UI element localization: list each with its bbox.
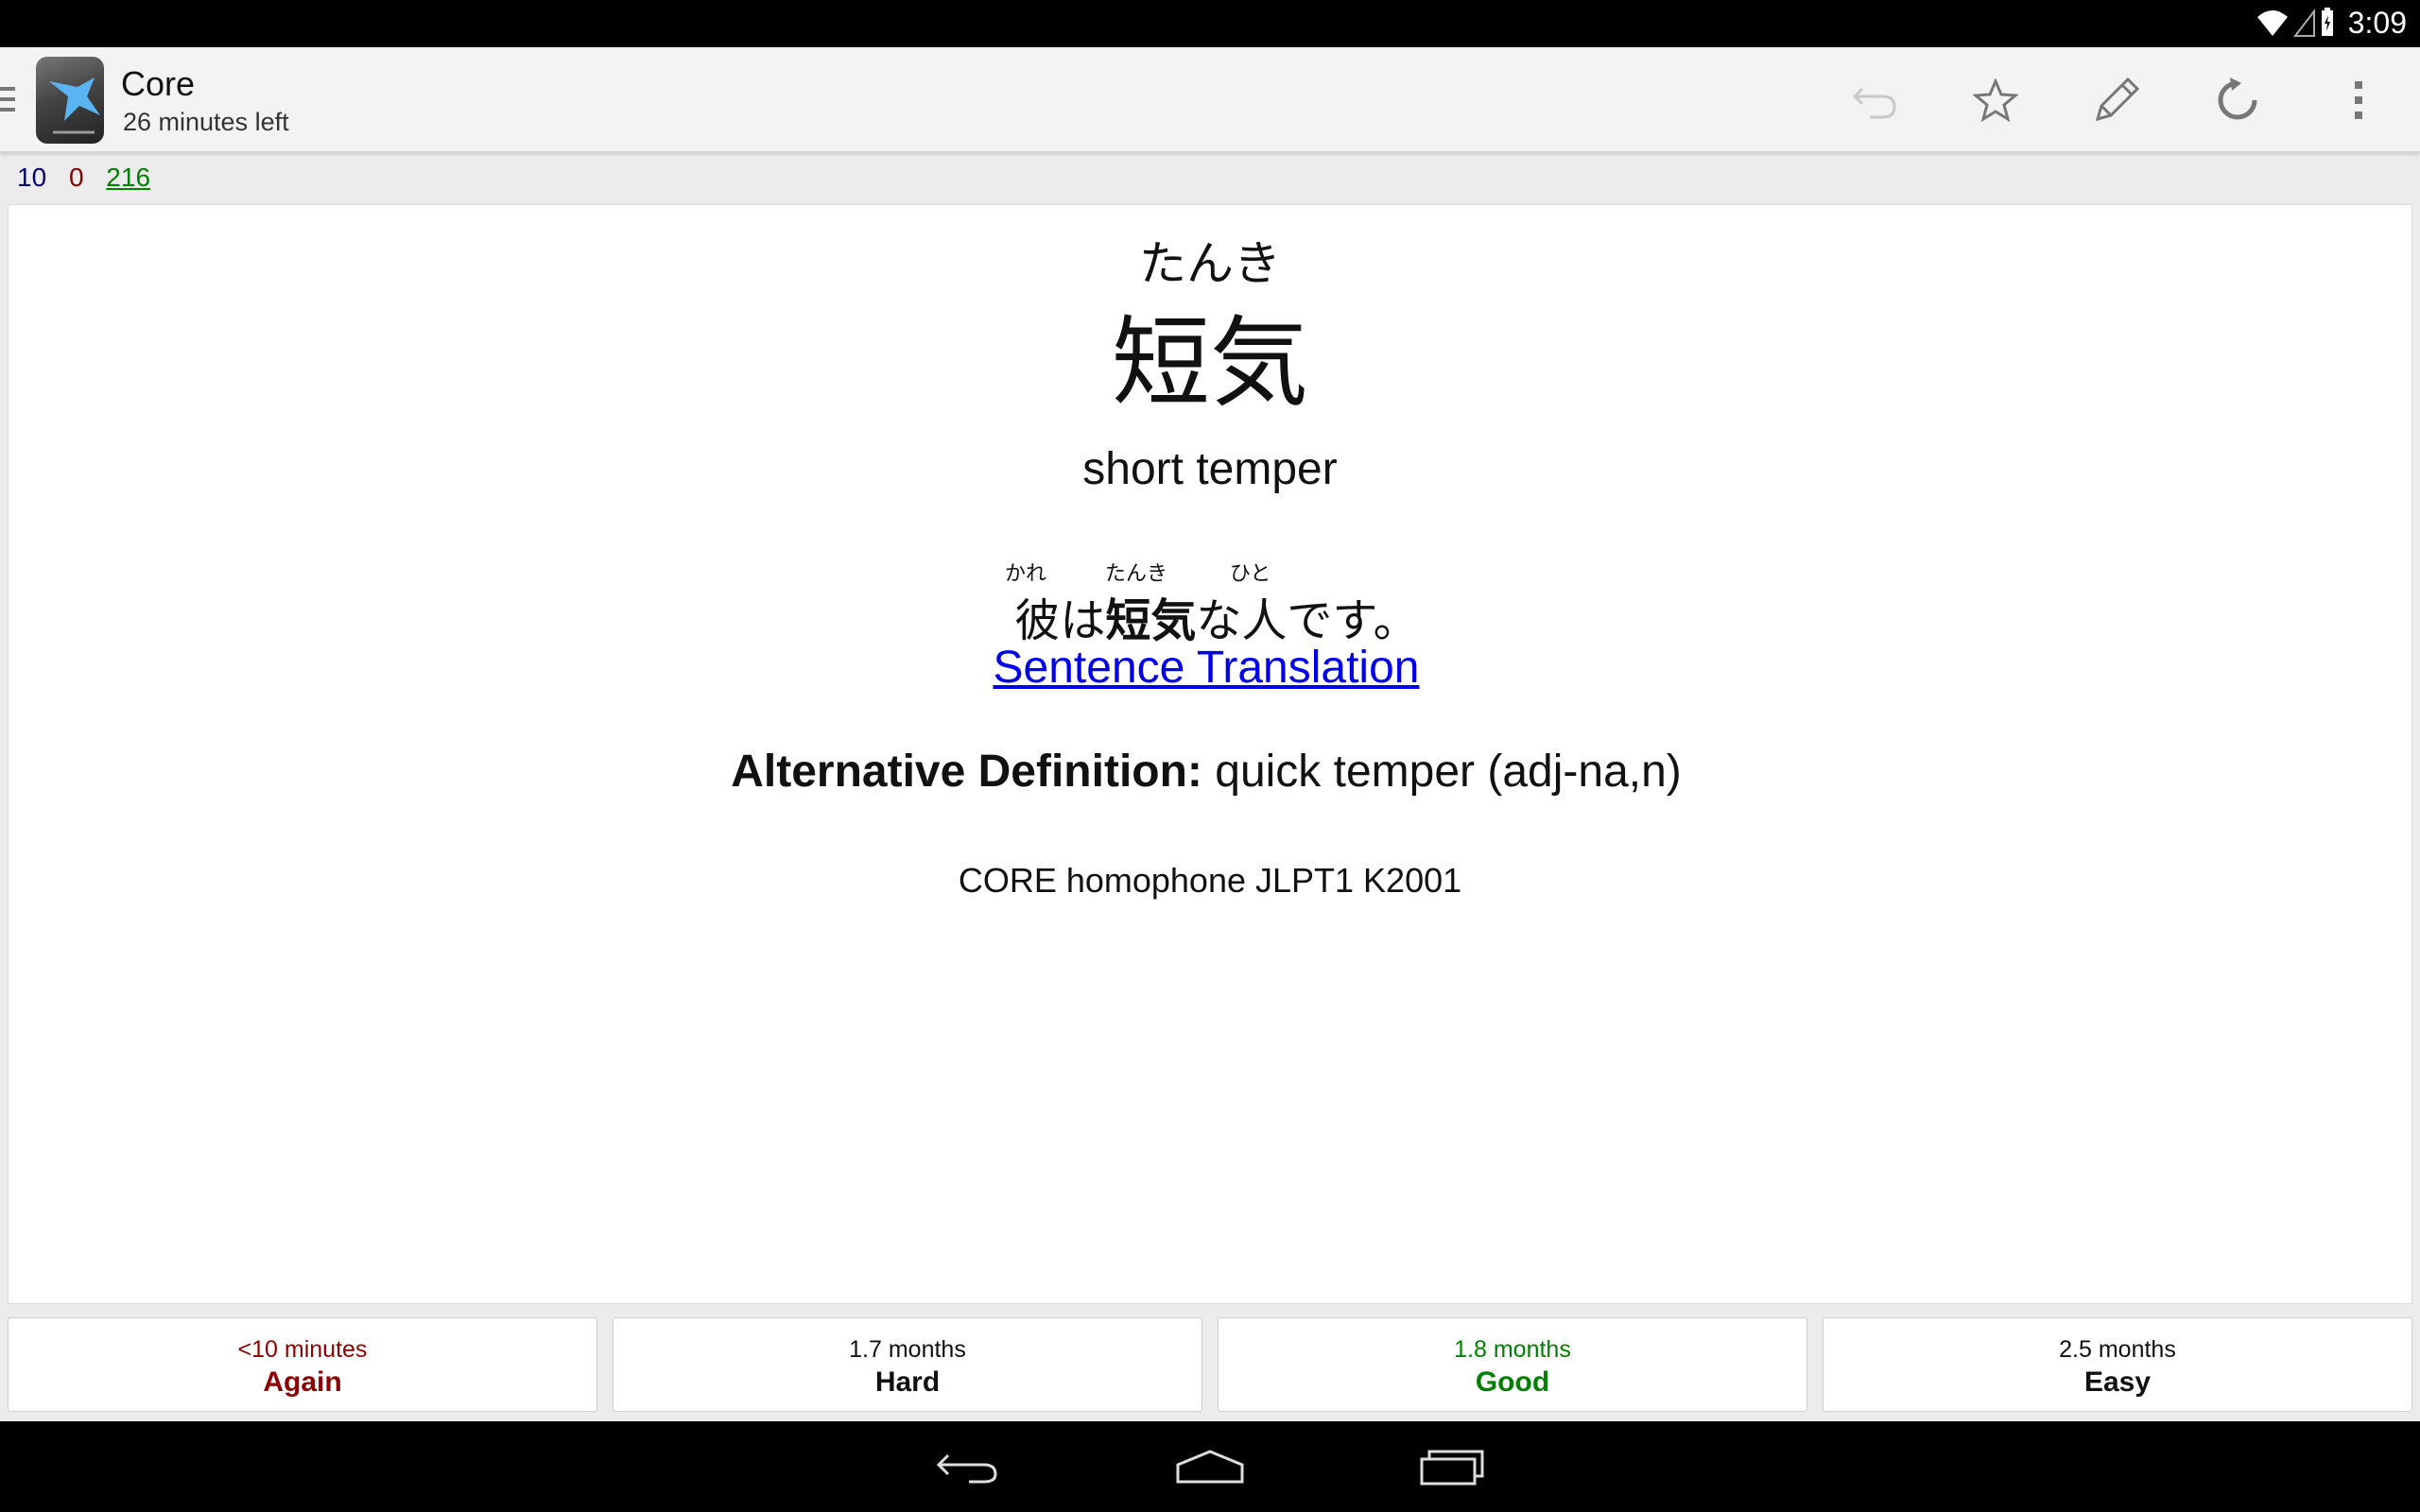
- card-tags: CORE homophone JLPT1 K2001: [958, 861, 1462, 900]
- again-label: Again: [263, 1366, 342, 1398]
- hard-label: Hard: [874, 1366, 941, 1398]
- alt-def-value: quick temper (adj-na,n): [1201, 747, 1682, 797]
- hard-button[interactable]: 1.7 months Hard: [613, 1317, 1202, 1412]
- alt-def-label: Alternative Definition:: [731, 747, 1202, 797]
- replay-audio-button[interactable]: [2204, 70, 2271, 130]
- word-meaning: short temper: [1082, 444, 1338, 494]
- alternative-definition: Alternative Definition: quick temper (ad…: [9, 746, 2411, 798]
- recents-icon: [1420, 1450, 1484, 1486]
- signal-icon: [2293, 9, 2315, 37]
- again-button[interactable]: <10 minutes Again: [8, 1317, 597, 1412]
- new-count: 10: [17, 163, 47, 192]
- answer-buttons: <10 minutes Again 1.7 months Hard 1.8 mo…: [8, 1317, 2412, 1412]
- card-counts: 10 0 216: [17, 163, 165, 193]
- time-left-subtitle: 26 minutes left: [123, 108, 289, 136]
- pencil-icon: [2095, 77, 2140, 122]
- sentence-translation-label[interactable]: Sentence Translation: [994, 643, 1420, 693]
- learn-count: 0: [68, 163, 84, 192]
- easy-interval: 2.5 months: [2059, 1336, 2176, 1363]
- wifi-icon: [2257, 10, 2288, 36]
- vocab-word: 短気: [1111, 305, 1308, 421]
- sentence-part-highlight: 短気: [1105, 594, 1197, 647]
- star-icon: [1973, 78, 2018, 122]
- easy-label: Easy: [2083, 1366, 2152, 1398]
- navigation-bar: [0, 1421, 2420, 1512]
- recents-button[interactable]: [1395, 1438, 1509, 1495]
- sentence-part: な人です。: [1196, 594, 1419, 647]
- app-icon[interactable]: [36, 57, 104, 144]
- hard-interval: 1.7 months: [849, 1336, 966, 1363]
- good-label: Good: [1475, 1366, 1550, 1398]
- good-interval: 1.8 months: [1454, 1336, 1571, 1363]
- undo-button[interactable]: [1841, 70, 1908, 130]
- battery-icon: [2322, 8, 2333, 36]
- overflow-menu-button[interactable]: [2325, 70, 2392, 130]
- mark-star-button[interactable]: [1962, 70, 2029, 130]
- home-icon: [1176, 1450, 1244, 1484]
- edit-note-button[interactable]: [2083, 70, 2150, 130]
- home-button[interactable]: [1153, 1438, 1267, 1495]
- easy-button[interactable]: 2.5 months Easy: [1823, 1317, 2412, 1412]
- deck-title: Core: [121, 64, 196, 103]
- good-button[interactable]: 1.8 months Good: [1218, 1317, 1807, 1412]
- example-sentence: 彼は短気な人です。: [9, 583, 2411, 649]
- drawer-indicator-icon[interactable]: [0, 87, 17, 115]
- sentence-part: 彼は: [1014, 594, 1106, 647]
- undo-icon: [1852, 87, 1896, 119]
- status-bar: 3:09: [0, 0, 2420, 47]
- again-interval: <10 minutes: [237, 1336, 368, 1363]
- flashcard[interactable]: たんき 短気 short temper かれ たんき ひと 彼は短気な人です。 …: [8, 204, 2412, 1304]
- back-icon: [936, 1453, 997, 1484]
- action-bar: Core 26 minutes left: [0, 47, 2420, 153]
- review-count: 216: [106, 163, 151, 192]
- replay-icon: [2218, 77, 2257, 120]
- overflow-icon: [2355, 81, 2362, 119]
- sentence-translation-link[interactable]: Sentence Translation: [9, 642, 2411, 694]
- back-button[interactable]: [911, 1438, 1025, 1495]
- status-clock: 3:09: [2347, 6, 2407, 40]
